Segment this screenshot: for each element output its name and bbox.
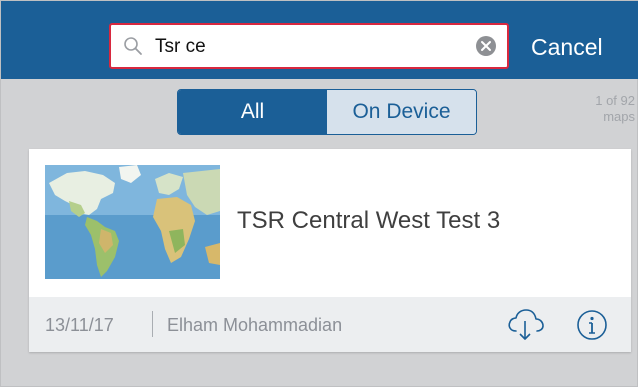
info-icon[interactable] <box>576 309 608 341</box>
app-frame: Cancel All On Device 1 of 92 maps <box>0 0 638 387</box>
search-icon <box>124 37 142 55</box>
map-card-footer: 13/11/17 Elham Mohammadian <box>29 297 631 352</box>
map-title: TSR Central West Test 3 <box>237 207 501 234</box>
results-count: 1 of 92 maps <box>595 93 635 124</box>
search-bar[interactable] <box>109 23 509 69</box>
filter-segmented-control: All On Device <box>177 89 477 135</box>
cancel-button[interactable]: Cancel <box>531 31 603 63</box>
search-input[interactable] <box>155 33 455 61</box>
map-thumbnail <box>45 165 220 279</box>
filter-all-tab[interactable]: All <box>178 90 327 134</box>
map-date: 13/11/17 <box>45 315 114 335</box>
cloud-download-icon[interactable] <box>505 305 545 343</box>
map-author: Elham Mohammadian <box>167 315 343 335</box>
navigation-bar: Cancel <box>1 1 638 79</box>
map-card[interactable]: TSR Central West Test 3 13/11/17 Elham M… <box>29 149 631 352</box>
filter-on-device-tab[interactable]: On Device <box>327 90 476 134</box>
clear-icon[interactable] <box>475 35 497 57</box>
footer-divider <box>152 311 153 337</box>
